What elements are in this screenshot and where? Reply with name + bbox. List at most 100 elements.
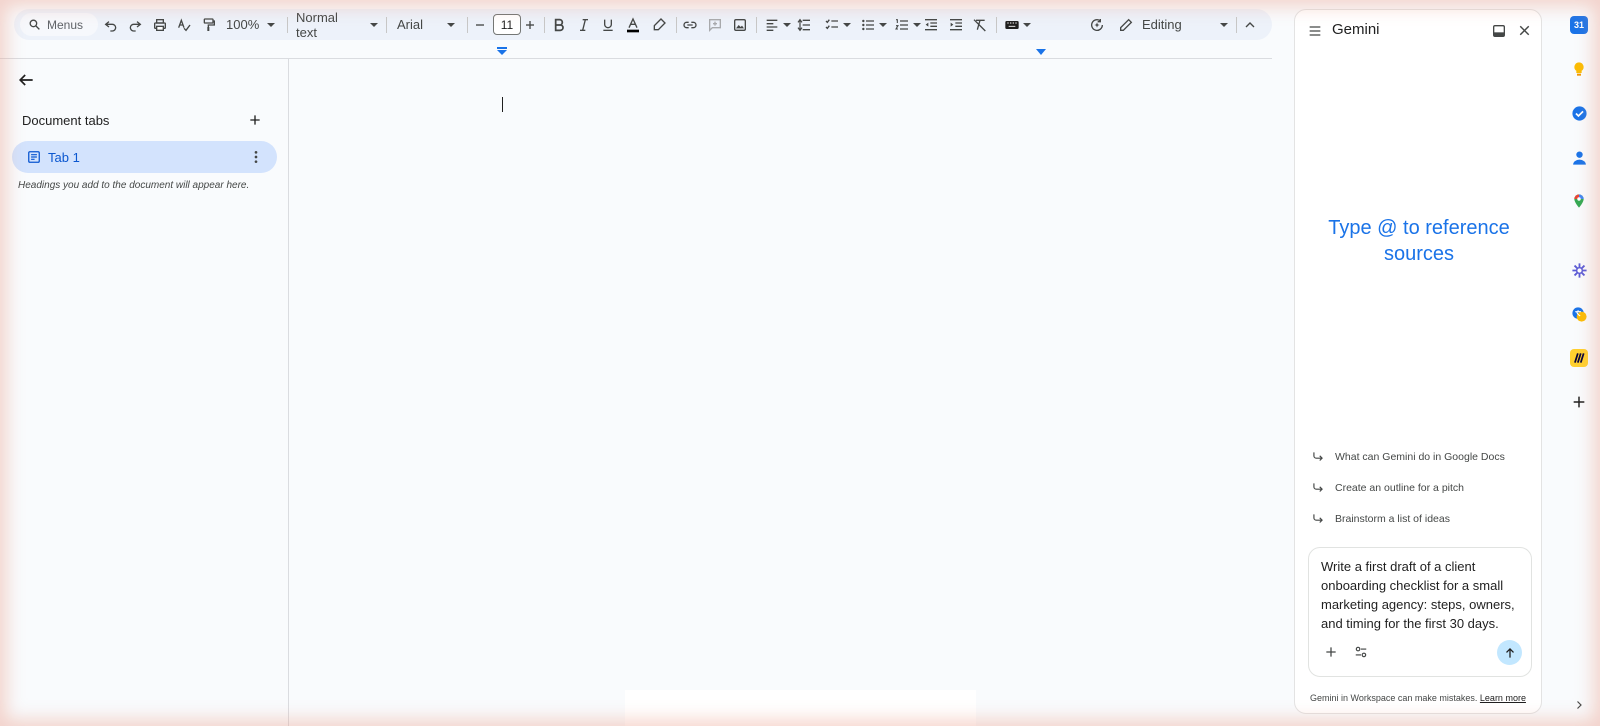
gemini-prompt-input[interactable]: Write a first draft of a client onboardi… [1321, 557, 1521, 633]
check-circle-icon [1571, 105, 1587, 121]
collapse-toolbar-button[interactable] [1240, 9, 1260, 40]
send-prompt-button[interactable] [1497, 640, 1522, 665]
plus-icon [526, 20, 534, 29]
search-menus-label: Menus [47, 17, 84, 32]
redo-button[interactable] [125, 9, 145, 40]
decrease-font-size-button[interactable] [472, 9, 488, 40]
checklist-dropdown[interactable] [821, 9, 853, 40]
open-in-panel-button[interactable] [1491, 23, 1507, 39]
paint-format-icon [203, 17, 215, 31]
asterisk-icon [1571, 262, 1587, 278]
maps-icon[interactable] [1570, 192, 1588, 210]
close-outline-button[interactable] [16, 70, 36, 90]
underline-button[interactable] [599, 9, 617, 40]
insert-link-button[interactable] [681, 9, 699, 40]
prompt-settings-button[interactable] [1354, 645, 1368, 659]
gemini-disclaimer: Gemini in Workspace can make mistakes. L… [1310, 693, 1526, 703]
text-cursor [502, 97, 503, 112]
clear-formatting-icon [973, 18, 986, 31]
left-indent-marker[interactable] [497, 47, 507, 55]
learn-more-link[interactable]: Learn more [1480, 693, 1526, 703]
tab-label: Tab 1 [48, 150, 80, 165]
paragraph-style-value: Normal text [296, 9, 338, 40]
miro-icon [1574, 353, 1585, 363]
toolbar-divider [287, 17, 288, 33]
add-attachment-button[interactable] [1324, 645, 1338, 659]
contacts-icon[interactable] [1570, 148, 1588, 166]
right-indent-marker[interactable] [1036, 47, 1046, 55]
more-vert-icon [254, 151, 258, 163]
align-dropdown[interactable] [762, 9, 792, 40]
chevron-right-icon [1577, 701, 1582, 709]
panel-icon [1493, 25, 1505, 37]
font-size-input[interactable]: 11 [493, 14, 521, 35]
translate-icon [1571, 306, 1587, 322]
numbered-list-dropdown[interactable] [891, 9, 923, 40]
add-tab-button[interactable] [247, 112, 263, 128]
text-color-button[interactable] [624, 9, 642, 40]
suggestion-item[interactable]: Create an outline for a pitch [1311, 481, 1464, 495]
underline-icon [603, 19, 613, 31]
chevron-down-icon [1022, 22, 1031, 27]
bold-button[interactable] [550, 9, 568, 40]
get-addons-icon[interactable] [1570, 393, 1588, 411]
italic-button[interactable] [575, 9, 593, 40]
gemini-side-panel: Gemini Type @ to reference sources What … [1294, 9, 1542, 714]
suggestion-item[interactable]: Brainstorm a list of ideas [1311, 512, 1450, 526]
bulleted-list-dropdown[interactable] [857, 9, 889, 40]
close-gemini-button[interactable] [1516, 22, 1533, 39]
toolbar-divider [676, 17, 677, 33]
zoom-dropdown[interactable]: 100% [226, 9, 278, 40]
keep-icon[interactable] [1570, 60, 1588, 78]
spellcheck-button[interactable] [174, 9, 194, 40]
insert-image-button[interactable] [731, 9, 749, 40]
suggestion-label: What can Gemini do in Google Docs [1335, 451, 1505, 463]
close-icon [1519, 25, 1530, 36]
gemini-menu-button[interactable] [1307, 23, 1323, 39]
editing-mode-label: Editing [1142, 17, 1182, 32]
tasks-icon[interactable] [1570, 104, 1588, 122]
tune-icon [1355, 646, 1367, 658]
suggestion-arrow-icon [1313, 514, 1323, 523]
undo-button[interactable] [101, 9, 121, 40]
highlight-color-button[interactable] [650, 9, 668, 40]
input-tools-dropdown[interactable] [1002, 9, 1032, 40]
plus-icon [250, 115, 260, 125]
search-menus[interactable]: Menus [20, 13, 98, 36]
spark-refresh-icon [1091, 18, 1104, 31]
tab-options-button[interactable] [248, 149, 264, 165]
font-family-dropdown[interactable]: Arial [397, 9, 459, 40]
gemini-title: Gemini [1332, 21, 1380, 38]
document-page[interactable] [625, 690, 976, 726]
toolbar-divider [756, 17, 757, 33]
line-spacing-button[interactable] [795, 9, 813, 40]
increase-indent-button[interactable] [947, 9, 965, 40]
pencil-icon [1120, 18, 1133, 31]
gemini-prompt-box[interactable]: Write a first draft of a client onboardi… [1308, 547, 1532, 677]
toolbar-divider [544, 17, 545, 33]
plus-icon [1326, 647, 1336, 657]
comment-add-icon [709, 18, 721, 32]
bulleted-list-icon [861, 19, 874, 30]
editing-mode-dropdown[interactable]: Editing [1118, 9, 1228, 40]
align-left-icon [766, 19, 777, 31]
translate-addon-icon[interactable] [1570, 305, 1588, 323]
plus-icon [1573, 396, 1585, 408]
paragraph-style-dropdown[interactable]: Normal text [296, 9, 378, 40]
suggestion-item[interactable]: What can Gemini do in Google Docs [1311, 450, 1505, 464]
gemini-assist-button[interactable] [1087, 9, 1107, 40]
image-icon [734, 18, 746, 31]
miro-addon-icon[interactable] [1570, 349, 1588, 367]
decrease-indent-button[interactable] [922, 9, 940, 40]
print-button[interactable] [150, 9, 170, 40]
app-addon-icon[interactable] [1570, 261, 1588, 279]
add-comment-button[interactable] [706, 9, 724, 40]
suggestion-label: Create an outline for a pitch [1335, 482, 1464, 494]
calendar-icon[interactable]: 31 [1570, 16, 1588, 34]
suggestion-arrow-icon [1313, 483, 1323, 492]
clear-formatting-button[interactable] [971, 9, 989, 40]
expand-panel-icon[interactable] [1570, 696, 1588, 714]
paint-format-button[interactable] [199, 9, 219, 40]
font-family-value: Arial [397, 17, 424, 32]
increase-font-size-button[interactable] [522, 9, 538, 40]
